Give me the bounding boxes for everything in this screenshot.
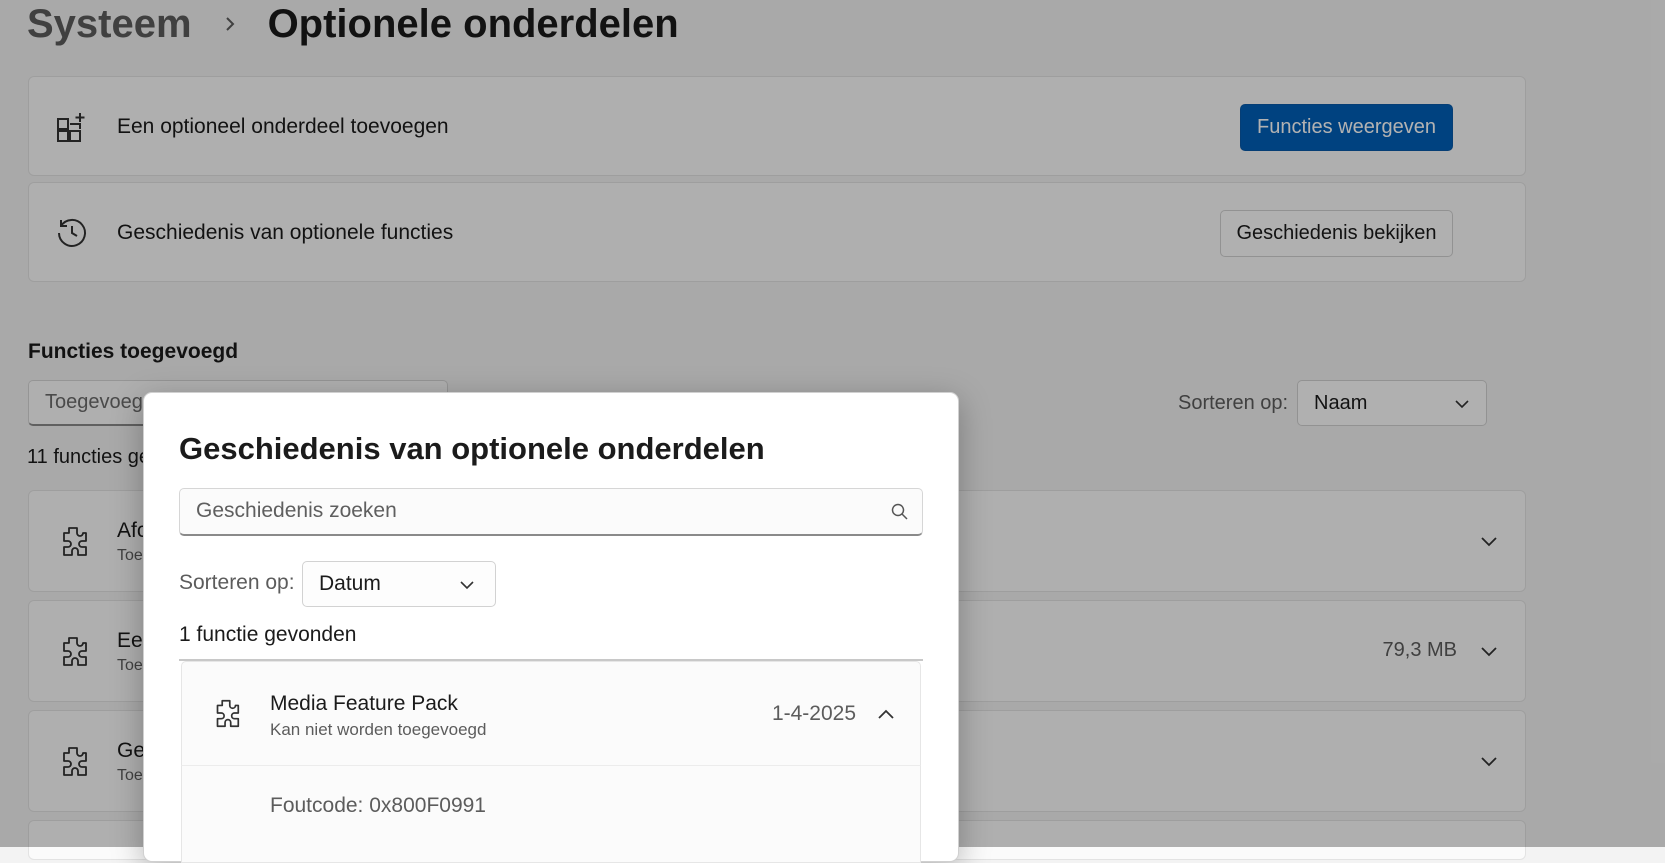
dialog-result-count: 1 functie gevonden — [179, 623, 357, 646]
dialog-title: Geschiedenis van optionele onderdelen — [179, 431, 765, 466]
dialog-sort-select[interactable]: Datum — [302, 561, 496, 607]
dialog-sort-label: Sorteren op: — [179, 571, 295, 594]
history-search-box[interactable] — [179, 488, 923, 536]
history-item[interactable]: Media Feature Pack Kan niet worden toege… — [181, 661, 921, 765]
history-item-details: Foutcode: 0x800F0991 — [181, 765, 921, 863]
history-item-date: 1-4-2025 — [771, 702, 856, 725]
history-search-input[interactable] — [180, 489, 886, 533]
history-dialog: Geschiedenis van optionele onderdelen So… — [143, 392, 959, 863]
dialog-sort-value: Datum — [319, 572, 381, 595]
chevron-up-icon[interactable] — [874, 703, 898, 727]
search-icon[interactable] — [890, 502, 910, 522]
chevron-down-icon — [457, 575, 477, 595]
error-code: Foutcode: 0x800F0991 — [270, 794, 486, 817]
history-item-name: Media Feature Pack — [270, 692, 458, 715]
puzzle-icon — [209, 696, 243, 730]
history-item-status: Kan niet worden toegevoegd — [270, 720, 487, 739]
